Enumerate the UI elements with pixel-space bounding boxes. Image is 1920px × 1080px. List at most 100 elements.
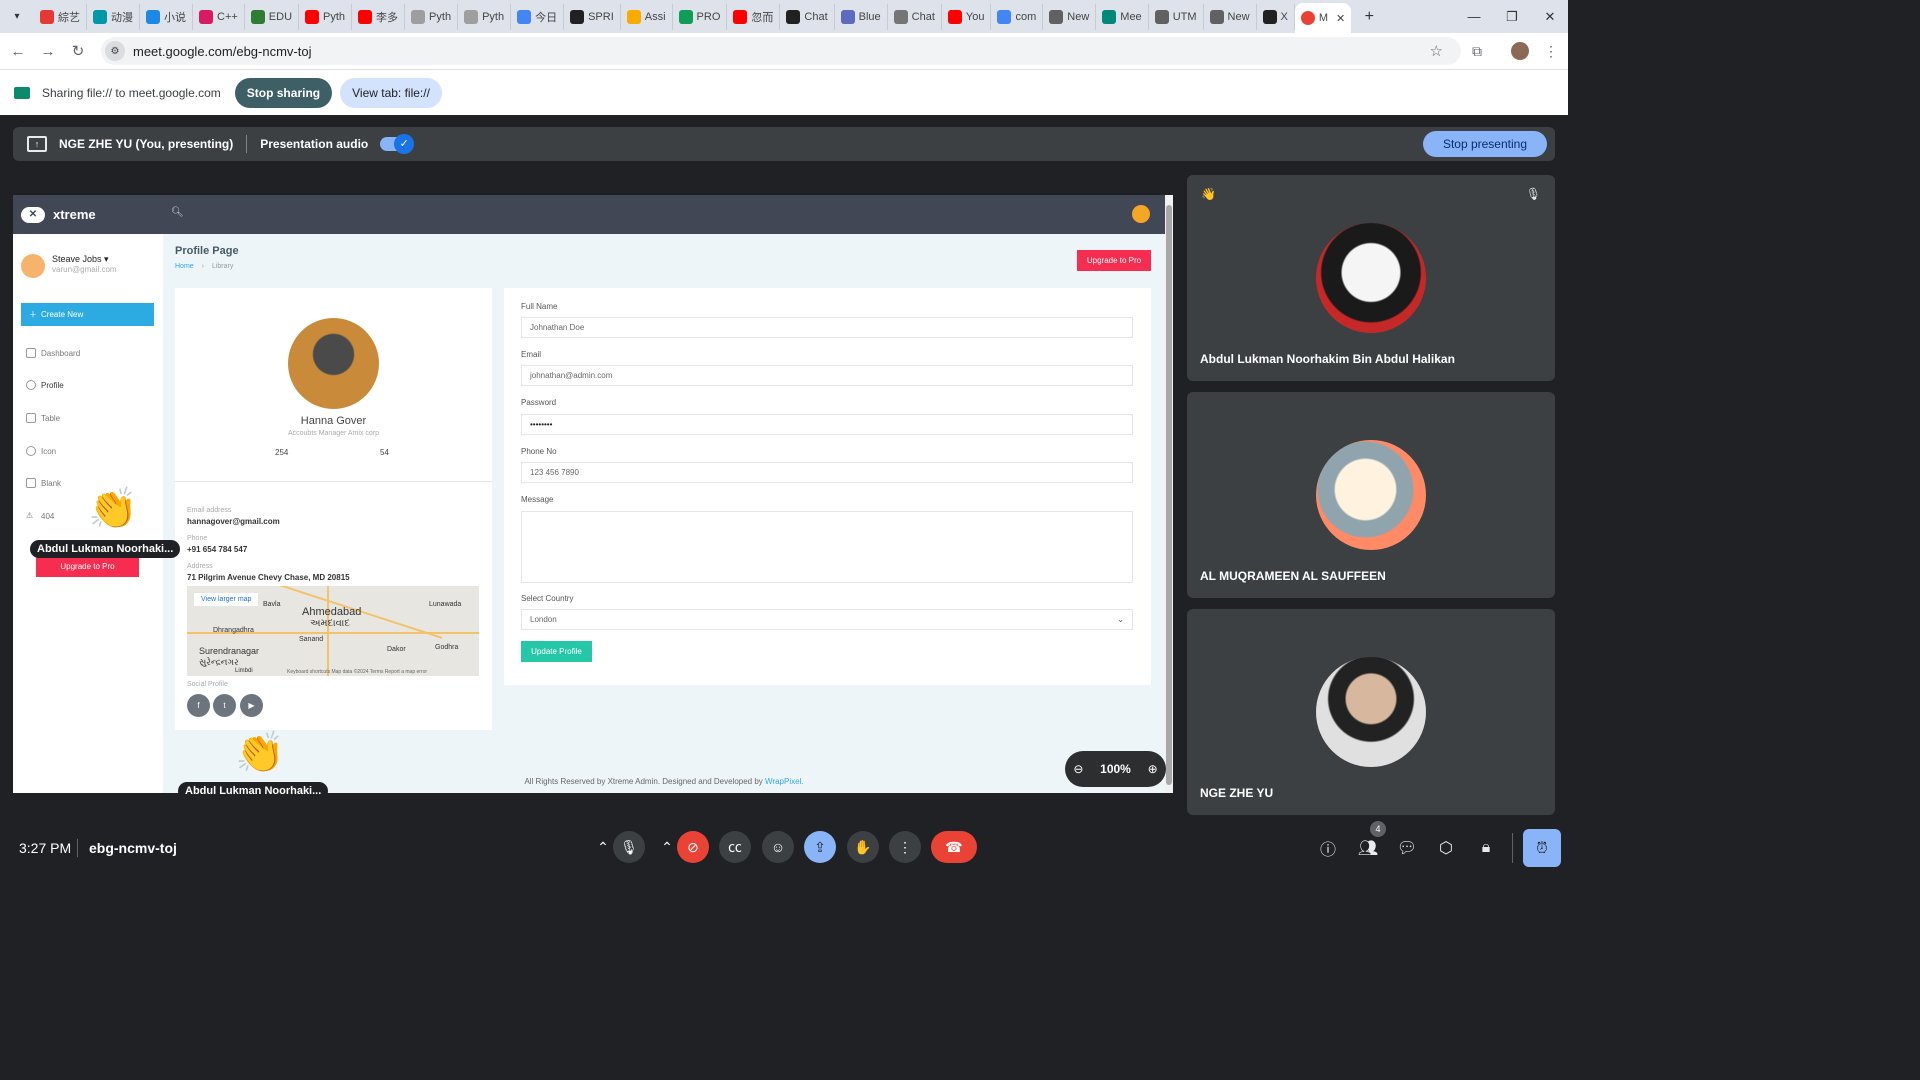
zoom-out-icon[interactable]: ⊖ [1073,762,1083,776]
browser-tab[interactable]: Mee [1096,3,1149,30]
browser-tab[interactable]: 忽而 [727,3,781,30]
browser-tab[interactable]: 綜艺 [34,3,87,30]
tab-close-icon[interactable]: ✕ [1336,12,1345,25]
meeting-info-icon[interactable]: ⓘ [1317,837,1339,859]
participant-tile[interactable]: AL MUQRAMEEN AL SAUFFEEN [1187,392,1555,598]
message-field[interactable] [521,511,1133,583]
microphone-button[interactable]: 🎙︎ [613,831,645,863]
browser-tab[interactable]: UTM [1149,3,1204,30]
bookmark-star-icon[interactable]: ☆ [1430,42,1443,60]
tab-search-icon[interactable]: ▾ [6,6,28,28]
browser-tab[interactable]: 小说 [140,3,193,30]
browser-tab[interactable]: New [1204,3,1257,30]
browser-tab[interactable]: You [942,3,992,30]
raise-hand-button[interactable]: ✋ [847,831,879,863]
emoji-reaction-button[interactable]: ☺ [762,831,794,863]
email-field[interactable]: johnathan@admin.com [521,365,1133,386]
restore-icon[interactable]: ❐ [1492,0,1532,33]
sidebar-item-404[interactable]: ⚠ 404 [26,511,54,521]
upgrade-to-pro-button[interactable]: Upgrade to Pro [36,557,139,577]
tab-favicon-icon [146,9,160,24]
site-info-icon[interactable]: ⚙ [105,41,125,61]
more-options-button[interactable]: ⋮ [889,831,921,863]
participant-tile[interactable]: NGE ZHE YU [1187,609,1555,815]
stop-presenting-button[interactable]: Stop presenting [1422,131,1547,157]
tab-active[interactable]: M ✕ [1294,3,1352,33]
browser-tab[interactable]: EDU [245,3,300,30]
participant-tile[interactable]: 👋 🎙︎ Abdul Lukman Noorhakim Bin Abdul Ha… [1187,175,1555,381]
audio-options-chevron-icon[interactable]: ⌃ [592,831,614,863]
browser-tab[interactable]: New [1043,3,1097,30]
embedded-map[interactable]: View larger map Ahmedabad અમદાવાદ Surend… [187,586,479,676]
twitter-icon[interactable]: t [213,694,236,717]
activities-icon[interactable]: ⬡ [1435,837,1457,859]
facebook-icon[interactable]: f [187,694,210,717]
browser-tab[interactable]: Assi [621,3,673,30]
update-profile-button[interactable]: Update Profile [521,641,592,662]
browser-tab[interactable]: 今日 [511,3,565,30]
address-bar[interactable]: ⚙ meet.google.com/ebg-ncmv-toj ☆ [101,37,1461,65]
view-tab-button[interactable]: View tab: file:// [340,77,442,108]
host-controls-icon[interactable]: 🔒︎ [1475,837,1497,859]
browser-tab[interactable]: SPRI [564,3,621,30]
leave-call-button[interactable]: ☎ [931,831,977,863]
create-new-button[interactable]: ＋ Create New [21,303,154,326]
reload-icon[interactable]: ↻ [64,37,92,65]
breadcrumb-home[interactable]: Home [175,263,194,270]
scrollbar[interactable] [1165,195,1173,793]
app-logo[interactable]: ✕ xtreme [21,206,96,223]
present-screen-button[interactable]: ⇪ [804,831,836,863]
browser-tabstrip: ▾ 綜艺 动漫 小说 C++ EDU Pyth 李多 Pyth Pyth 今日 SPRI Assi PR… [0,0,1568,33]
browser-tab[interactable]: C++ [193,3,245,30]
new-tab-button[interactable]: + [1357,8,1381,26]
browser-tab[interactable]: Pyth [405,3,459,30]
browser-tab[interactable]: PRO [673,3,728,30]
browser-tab[interactable]: Blue [835,3,888,30]
sidebar-item-table[interactable]: Table [26,413,60,423]
browser-tab[interactable]: Pyth [458,3,512,30]
full-name-field[interactable]: Johnathan Doe [521,317,1133,338]
smiley-icon [26,446,36,456]
stop-sharing-button[interactable]: Stop sharing [234,77,333,108]
sidebar-item-blank[interactable]: Blank [26,478,61,488]
video-options-chevron-icon[interactable]: ⌃ [656,831,678,863]
upgrade-to-pro-button[interactable]: Upgrade to Pro [1077,250,1151,271]
browser-tab[interactable]: Chat [780,3,835,30]
country-select[interactable]: London ⌄ [521,609,1133,630]
profile-avatar[interactable] [1505,33,1535,69]
forward-icon[interactable]: → [34,37,62,65]
zoom-level: 100% [1100,762,1131,776]
camera-off-button[interactable]: ⊘ [677,831,709,863]
close-window-icon[interactable]: ✕ [1530,0,1570,33]
view-larger-map-link[interactable]: View larger map [194,593,259,606]
youtube-icon[interactable]: ▶ [240,694,263,717]
scrollbar-thumb[interactable] [1166,205,1172,785]
browser-tab[interactable]: X [1257,3,1295,30]
sidebar-item-dashboard[interactable]: Dashboard [26,348,80,358]
user-profile[interactable]: Steave Jobs ▾ varun@gmail.com [21,254,117,278]
search-icon[interactable]: 🔍︎ [171,207,184,218]
browser-tab[interactable]: Chat [888,3,942,30]
minimize-icon[interactable]: — [1454,0,1494,33]
browser-tab[interactable]: com [991,3,1044,30]
menu-kebab-icon[interactable]: ⋮ [1536,33,1566,69]
zoom-in-icon[interactable]: ⊕ [1148,762,1158,776]
browser-tab[interactable]: 李多 [352,3,406,30]
extensions-icon[interactable]: ⧉ [1462,33,1492,69]
browser-tab[interactable]: 动漫 [87,3,140,30]
tab-favicon-icon [1209,9,1224,24]
chevron-down-icon: ▾ [104,254,109,264]
phone-field[interactable]: 123 456 7890 [521,462,1133,483]
sidebar-item-icon[interactable]: Icon [26,446,56,456]
alarm-clock-button[interactable]: ⏰︎ [1523,829,1561,867]
people-icon[interactable]: 👥︎ [1357,837,1379,859]
back-icon[interactable]: ← [4,37,32,65]
chat-icon[interactable]: 💬︎ [1396,837,1418,859]
password-field[interactable]: •••••••• [521,414,1133,435]
bulb-icon[interactable] [1132,205,1150,223]
footer-link[interactable]: WrapPixel. [765,777,804,786]
sidebar-item-profile[interactable]: Profile [26,380,64,390]
captions-button[interactable]: ㏄ [719,831,751,863]
browser-tab[interactable]: Pyth [299,3,353,30]
presentation-audio-toggle[interactable]: ✓ [380,134,415,154]
